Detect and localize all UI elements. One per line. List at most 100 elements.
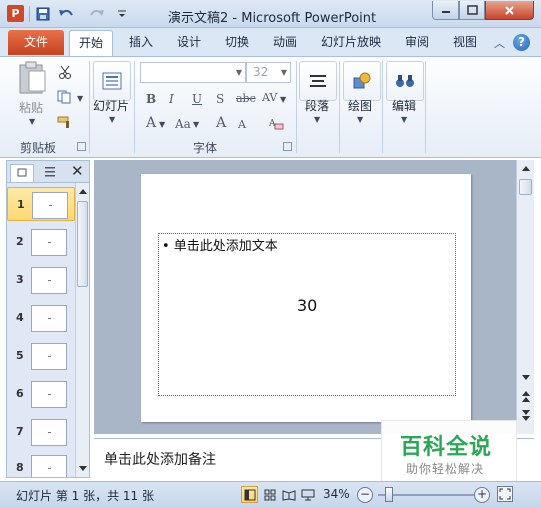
chevron-down-icon: ▼ — [280, 68, 287, 77]
slide-preview — [31, 343, 67, 370]
paragraph-icon — [310, 75, 326, 87]
close-pane-icon[interactable]: ✕ — [71, 162, 84, 180]
ribbon-tabs: 文件 开始 插入 设计 切换 动画 幻灯片放映 审阅 视图 ︿ ? — [0, 28, 541, 57]
thumbnail-scrollbar[interactable] — [75, 183, 89, 477]
font-launcher-icon[interactable] — [283, 142, 292, 151]
tab-slideshow[interactable]: 幻灯片放映 — [316, 33, 386, 56]
character-spacing-button[interactable]: AV — [262, 91, 277, 104]
shadow-button[interactable]: S — [216, 92, 224, 106]
current-slide[interactable]: • 单击此处添加文本 30 — [141, 174, 471, 422]
group-separator — [339, 61, 340, 153]
close-button[interactable] — [485, 1, 534, 20]
slides-button-label: 幻灯片 — [93, 99, 130, 113]
normal-view-button[interactable] — [241, 486, 258, 503]
fit-window-icon — [499, 488, 511, 500]
zoom-out-button[interactable]: − — [357, 487, 373, 503]
font-name-combo[interactable]: ▼ — [140, 62, 246, 83]
tab-outline[interactable] — [38, 164, 62, 182]
tab-animations[interactable]: 动画 — [265, 33, 305, 56]
copy-icon[interactable] — [56, 88, 74, 106]
content-placeholder[interactable]: • 单击此处添加文本 30 — [158, 233, 456, 396]
change-case-dropdown-icon[interactable]: ▼ — [193, 120, 199, 129]
slide-number: 6 — [16, 387, 24, 400]
slide-thumbnail[interactable]: 1 — [7, 187, 75, 221]
clipboard-group-label: 剪贴板 — [20, 141, 57, 155]
customize-quick-access-button[interactable] — [113, 5, 131, 23]
powerpoint-app-icon[interactable]: P — [7, 5, 24, 22]
strikethrough-button[interactable]: abc — [236, 92, 256, 105]
copy-dropdown-icon[interactable]: ▼ — [77, 94, 83, 103]
format-painter-icon[interactable] — [56, 113, 74, 131]
clear-formatting-icon[interactable]: A — [267, 115, 285, 133]
chevron-down-icon: ▼ — [235, 68, 242, 77]
font-color-button[interactable]: A — [146, 115, 156, 131]
tab-home[interactable]: 开始 — [69, 30, 113, 57]
previous-slide-icon — [522, 391, 530, 402]
italic-button[interactable]: I — [169, 92, 174, 106]
tab-view[interactable]: 视图 — [445, 33, 485, 56]
tab-insert[interactable]: 插入 — [121, 33, 161, 56]
new-slide-button[interactable] — [93, 61, 131, 101]
slides-dropdown-icon[interactable]: ▼ — [109, 115, 115, 124]
reading-view-icon — [282, 489, 295, 501]
slide-thumbnail[interactable]: 7 — [7, 415, 75, 449]
scrollbar-thumb[interactable] — [519, 179, 532, 195]
slide-scrollbar[interactable] — [516, 160, 534, 434]
grow-font-button[interactable]: A — [216, 115, 226, 131]
scrollbar-thumb[interactable] — [77, 201, 88, 287]
tab-slides[interactable] — [10, 164, 34, 182]
zoom-slider-handle[interactable] — [385, 487, 393, 502]
underline-button[interactable]: U — [192, 92, 202, 106]
cut-icon[interactable] — [56, 63, 74, 81]
change-case-button[interactable]: Aa — [175, 117, 191, 131]
tab-file[interactable]: 文件 — [8, 30, 64, 55]
save-button[interactable] — [34, 5, 52, 23]
fit-to-window-button[interactable] — [497, 486, 513, 502]
slide-preview — [31, 267, 67, 294]
watermark-logo: 百科全说 助你轻松解决 — [381, 420, 517, 483]
slide-thumbnail[interactable]: 2 — [7, 225, 75, 259]
collapse-ribbon-icon[interactable]: ︿ — [494, 35, 505, 51]
maximize-icon — [466, 5, 478, 15]
slide-preview — [31, 455, 67, 477]
font-color-dropdown-icon[interactable]: ▼ — [159, 120, 165, 129]
font-size-combo[interactable]: 32 ▼ — [246, 62, 291, 83]
drawing-dropdown-icon[interactable]: ▼ — [357, 115, 363, 124]
group-separator — [89, 61, 90, 153]
slideshow-icon — [301, 489, 314, 500]
slide-sorter-icon — [264, 489, 275, 500]
shrink-font-button[interactable]: A — [238, 118, 246, 131]
undo-button[interactable] — [57, 5, 75, 23]
slide-sorter-button[interactable] — [261, 486, 278, 503]
minimize-icon — [441, 11, 450, 13]
clipboard-launcher-icon[interactable] — [77, 142, 86, 151]
tab-review[interactable]: 审阅 — [397, 33, 437, 56]
reading-view-button[interactable] — [280, 486, 297, 503]
editing-button[interactable] — [386, 61, 424, 101]
tab-design[interactable]: 设计 — [169, 33, 209, 56]
minimize-button[interactable] — [432, 1, 459, 20]
editing-dropdown-icon[interactable]: ▼ — [401, 115, 407, 124]
drawing-label: 绘图 — [348, 99, 373, 113]
slide-preview — [31, 381, 67, 408]
zoom-level[interactable]: 34% — [323, 487, 350, 501]
paste-button[interactable]: 粘贴 ▼ — [12, 61, 52, 127]
redo-button[interactable] — [88, 5, 106, 23]
bold-button[interactable]: B — [146, 92, 156, 106]
slide-thumbnail[interactable]: 3 — [7, 263, 75, 297]
drawing-button[interactable] — [343, 61, 381, 101]
close-icon — [505, 5, 514, 15]
slide-thumbnail[interactable]: 8 — [7, 451, 75, 477]
zoom-in-button[interactable]: + — [474, 487, 490, 503]
spacing-dropdown-icon[interactable]: ▼ — [280, 95, 286, 104]
paragraph-button[interactable] — [299, 61, 337, 101]
slide-thumbnail[interactable]: 4 — [7, 301, 75, 335]
help-icon[interactable]: ? — [513, 34, 530, 51]
maximize-button[interactable] — [459, 1, 485, 20]
slide-thumbnail[interactable]: 6 — [7, 377, 75, 411]
slideshow-button[interactable] — [299, 486, 316, 503]
quick-access-separator — [29, 6, 30, 22]
tab-transitions[interactable]: 切换 — [217, 33, 257, 56]
paragraph-dropdown-icon[interactable]: ▼ — [314, 115, 320, 124]
slide-thumbnail[interactable]: 5 — [7, 339, 75, 373]
